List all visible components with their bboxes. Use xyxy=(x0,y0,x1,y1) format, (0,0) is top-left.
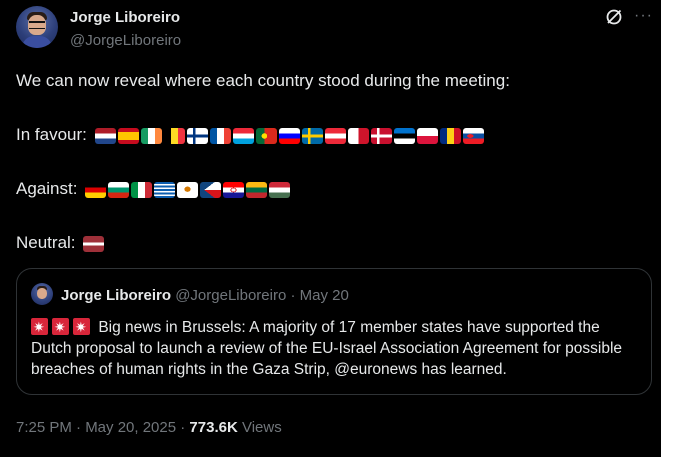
croatia-flag xyxy=(223,181,245,198)
france-flag xyxy=(209,127,231,144)
luxembourg-flag xyxy=(232,127,254,144)
lithuania-flag xyxy=(246,181,268,198)
italy-flag xyxy=(131,181,153,198)
siren-icon xyxy=(52,317,69,338)
in-favour-label: In favour: xyxy=(16,125,87,144)
views-count[interactable]: 773.6K xyxy=(189,419,237,436)
slovenia-flag xyxy=(278,127,300,144)
denmark-flag xyxy=(370,127,392,144)
quote-author-name[interactable]: Jorge Liboreiro xyxy=(61,287,171,304)
quote-body-text: Big news in Brussels: A majority of 17 m… xyxy=(31,319,623,378)
timestamp[interactable]: 7:25 PM · May 20, 2025 · xyxy=(16,419,189,436)
ireland-flag xyxy=(140,127,162,144)
spain-flag xyxy=(117,127,139,144)
avatar[interactable] xyxy=(16,6,58,48)
netherlands-flag xyxy=(94,127,116,144)
finland-flag xyxy=(186,127,208,144)
tweet-footer: 7:25 PM · May 20, 2025 · 773.6K Views xyxy=(16,419,282,436)
quote-avatar[interactable] xyxy=(31,283,53,305)
tweet-text-intro: We can now reveal where each country sto… xyxy=(16,71,510,90)
author-name[interactable]: Jorge Liboreiro xyxy=(70,9,180,26)
sweden-flag xyxy=(301,127,323,144)
malta-flag xyxy=(347,127,369,144)
neutral-label: Neutral: xyxy=(16,233,76,252)
in-favour-flags xyxy=(94,127,484,144)
more-icon[interactable]: ··· xyxy=(634,8,653,24)
austria-flag xyxy=(324,127,346,144)
greece-flag xyxy=(154,181,176,198)
quote-header: Jorge Liboreiro @JorgeLiboreiro · May 20 xyxy=(61,287,349,304)
neutral-flags xyxy=(83,235,105,252)
latvia-flag xyxy=(83,235,105,252)
germany-flag xyxy=(85,181,107,198)
quoted-tweet[interactable]: Jorge Liboreiro @JorgeLiboreiro · May 20… xyxy=(16,268,652,395)
belgium-flag xyxy=(163,127,185,144)
slovakia-flag xyxy=(462,127,484,144)
author-handle[interactable]: @JorgeLiboreiro xyxy=(70,32,181,49)
quote-meta[interactable]: @JorgeLiboreiro · May 20 xyxy=(175,287,349,304)
against-row: Against: xyxy=(16,178,291,200)
neutral-row: Neutral: xyxy=(16,232,105,254)
romania-flag xyxy=(439,127,461,144)
quote-text: Big news in Brussels: A majority of 17 m… xyxy=(31,317,641,380)
grok-icon[interactable] xyxy=(605,8,623,26)
cyprus-flag xyxy=(177,181,199,198)
bulgaria-flag xyxy=(108,181,130,198)
against-label: Against: xyxy=(16,179,78,198)
czechia-flag xyxy=(200,181,222,198)
hungary-flag xyxy=(269,181,291,198)
views-label: Views xyxy=(237,419,282,436)
estonia-flag xyxy=(393,127,415,144)
siren-icon xyxy=(31,317,48,338)
siren-icon xyxy=(73,317,90,338)
against-flags xyxy=(85,181,291,198)
portugal-flag xyxy=(255,127,277,144)
tweet-card: Jorge Liboreiro @JorgeLiboreiro ··· We c… xyxy=(0,0,661,457)
poland-flag xyxy=(416,127,438,144)
in-favour-row: In favour: xyxy=(16,124,484,146)
